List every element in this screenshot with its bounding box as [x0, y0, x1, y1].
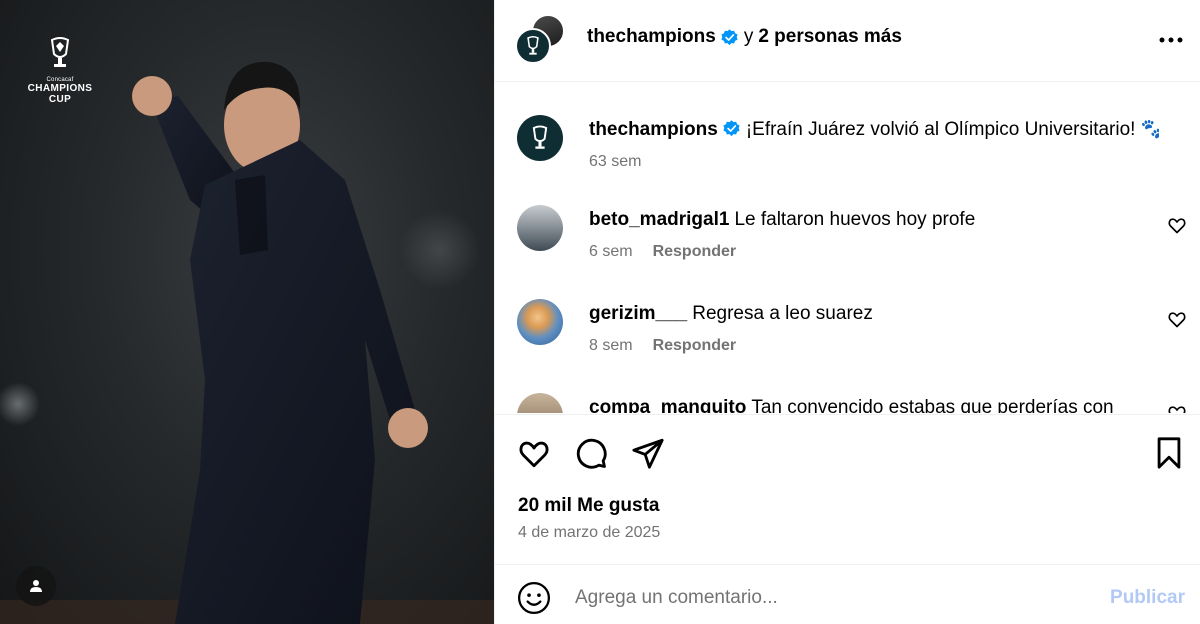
tagged-users-button[interactable] — [16, 566, 56, 606]
share-send-icon[interactable] — [630, 435, 666, 471]
user-icon — [30, 580, 42, 592]
caption-time[interactable]: 63 sem — [589, 153, 641, 170]
verified-badge-icon — [721, 28, 738, 46]
author-username[interactable]: thechampions — [587, 26, 716, 48]
comment-text: Regresa a leo suarez — [692, 303, 873, 324]
logo-line-1: CHAMPIONS — [27, 83, 93, 94]
trophy-icon — [527, 36, 539, 55]
comment-time[interactable]: 8 sem — [589, 337, 633, 354]
reply-button[interactable]: Responder — [653, 243, 737, 260]
post-actions: 20 mil Me gusta 4 de marzo de 2025 — [495, 414, 1200, 564]
more-options-icon[interactable] — [1157, 26, 1185, 54]
heart-icon[interactable] — [1167, 309, 1187, 329]
like-heart-icon[interactable] — [516, 435, 552, 471]
comment-composer: Publicar — [495, 564, 1200, 624]
comment-text: Le faltaron huevos hoy profe — [734, 209, 976, 230]
post-date[interactable]: 4 de marzo de 2025 — [518, 524, 660, 542]
bookmark-icon[interactable] — [1151, 435, 1187, 471]
comment-bubble-icon[interactable] — [573, 435, 609, 471]
comment-text-row: gerizim___ Regresa a leo suarez — [589, 301, 1159, 327]
post-details-panel: thechampions y 2 personas más thechampio… — [494, 0, 1200, 624]
avatar[interactable] — [517, 393, 563, 413]
heart-icon[interactable] — [1167, 215, 1187, 235]
caption-username[interactable]: thechampions — [589, 119, 718, 140]
comment-time[interactable]: 6 sem — [589, 243, 633, 260]
avatar[interactable] — [517, 205, 563, 251]
header-connector: y — [743, 26, 754, 47]
trophy-icon — [532, 125, 548, 149]
post-author: thechampions y 2 personas más — [587, 26, 902, 48]
logo-line-2: CUP — [48, 94, 72, 105]
caption-text-row: thechampions ¡Efraín Juárez volvió al Ol… — [589, 117, 1159, 145]
post-comment-button[interactable]: Publicar — [1110, 587, 1185, 609]
collaborators-link[interactable]: 2 personas más — [758, 26, 902, 48]
collab-avatars[interactable] — [515, 14, 567, 66]
comment-meta: 6 sem Responder — [589, 243, 736, 261]
verified-badge-icon — [723, 119, 740, 145]
champions-cup-logo: Concacaf CHAMPIONS CUP — [24, 36, 96, 105]
comment-text: Tan convencido estabas que perderías con — [751, 397, 1114, 413]
heart-icon[interactable] — [1167, 403, 1187, 413]
post-header: thechampions y 2 personas más — [495, 0, 1200, 82]
avatar[interactable] — [517, 115, 563, 161]
comments-list[interactable]: thechampions ¡Efraín Juárez volvió al Ol… — [495, 83, 1200, 413]
comment-input[interactable] — [575, 583, 1075, 613]
avatar[interactable] — [517, 299, 563, 345]
comment-username[interactable]: beto_madrigal1 — [589, 209, 729, 230]
reply-button[interactable]: Responder — [653, 337, 737, 354]
likes-count[interactable]: 20 mil Me gusta — [518, 495, 660, 517]
caption-text: ¡Efraín Juárez volvió al Olímpico Univer… — [745, 119, 1159, 140]
comment-text-row: beto_madrigal1 Le faltaron huevos hoy pro… — [589, 207, 1159, 233]
post-media[interactable]: Concacaf CHAMPIONS CUP — [0, 0, 494, 624]
avatar — [515, 28, 551, 64]
comment-meta: 8 sem Responder — [589, 337, 736, 355]
comment-text-row: compa_manguito Tan convencido estabas que… — [589, 395, 1159, 413]
caption-meta: 63 sem — [589, 153, 641, 171]
comment-username[interactable]: compa_manguito — [589, 397, 746, 413]
comment-username[interactable]: gerizim___ — [589, 303, 687, 324]
trophy-icon — [50, 37, 70, 67]
emoji-icon[interactable] — [517, 581, 551, 615]
